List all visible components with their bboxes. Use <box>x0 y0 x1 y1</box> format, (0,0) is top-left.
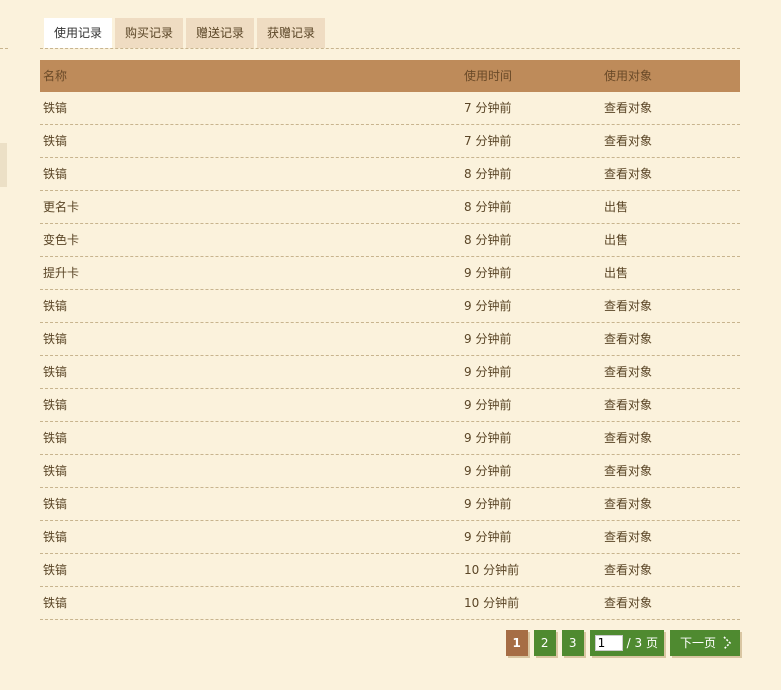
item-name: 变色卡 <box>43 233 80 247</box>
use-time: 7 分钟前 <box>464 101 512 115</box>
records-table: 名称 使用时间 使用对象 铁镐 7 分钟前 查看对象 铁镐 7 分钟前 查看对象 铁镐 8 分… <box>40 60 740 620</box>
use-time: 9 分钟前 <box>464 332 512 346</box>
row-action-link[interactable]: 查看对象 <box>604 389 740 421</box>
table-row: 铁镐 8 分钟前 查看对象 <box>40 158 740 191</box>
use-time: 9 分钟前 <box>464 431 512 445</box>
table-row: 铁镐 9 分钟前 查看对象 <box>40 488 740 521</box>
tab-2[interactable]: 购买记录 <box>115 18 184 48</box>
row-action-link[interactable]: 出售 <box>604 257 740 289</box>
table-row: 变色卡 8 分钟前 出售 <box>40 224 740 257</box>
item-name: 铁镐 <box>43 530 68 544</box>
item-name: 铁镐 <box>43 101 68 115</box>
use-time: 9 分钟前 <box>464 299 512 313</box>
item-name: 铁镐 <box>43 563 68 577</box>
use-time: 10 分钟前 <box>464 563 520 577</box>
use-time: 9 分钟前 <box>464 398 512 412</box>
row-action-link[interactable]: 查看对象 <box>604 455 740 487</box>
table-header: 名称 使用时间 使用对象 <box>40 60 740 92</box>
row-action-link[interactable]: 查看对象 <box>604 422 740 454</box>
item-name: 更名卡 <box>43 200 80 214</box>
page-total-label: / 3 页 <box>626 636 658 650</box>
column-header-target: 使用对象 <box>604 69 653 83</box>
use-time: 9 分钟前 <box>464 530 512 544</box>
use-time: 9 分钟前 <box>464 266 512 280</box>
column-header-time: 使用时间 <box>464 69 513 83</box>
left-panel-divider <box>0 48 8 49</box>
table-row: 铁镐 10 分钟前 查看对象 <box>40 587 740 620</box>
row-action-link[interactable]: 查看对象 <box>604 356 740 388</box>
row-action-link[interactable]: 查看对象 <box>604 554 740 586</box>
page-jump: / 3 页 <box>589 630 664 656</box>
row-action-link[interactable]: 查看对象 <box>604 290 740 322</box>
next-page-label: 下一页 <box>679 636 716 650</box>
table-row: 铁镐 9 分钟前 查看对象 <box>40 521 740 554</box>
item-name: 铁镐 <box>43 134 68 148</box>
table-row: 铁镐 9 分钟前 查看对象 <box>40 389 740 422</box>
item-name: 铁镐 <box>43 398 68 412</box>
use-time: 9 分钟前 <box>464 497 512 511</box>
page-3-button[interactable]: 3 <box>561 630 584 656</box>
item-name: 铁镐 <box>43 299 68 313</box>
item-name: 铁镐 <box>43 167 68 181</box>
item-name: 铁镐 <box>43 464 68 478</box>
table-body: 铁镐 7 分钟前 查看对象 铁镐 7 分钟前 查看对象 铁镐 8 分钟前 查看对象 更名卡 8 分钟… <box>40 92 740 620</box>
item-name: 铁镐 <box>43 431 68 445</box>
item-name: 铁镐 <box>43 365 68 379</box>
use-time: 9 分钟前 <box>464 464 512 478</box>
use-time: 8 分钟前 <box>464 167 512 181</box>
table-row: 铁镐 9 分钟前 查看对象 <box>40 455 740 488</box>
use-time: 9 分钟前 <box>464 365 512 379</box>
row-action-link[interactable]: 出售 <box>604 191 740 223</box>
row-action-link[interactable]: 查看对象 <box>604 587 740 619</box>
page-jump-input[interactable] <box>594 635 623 651</box>
page-1-button[interactable]: 1 <box>505 630 528 656</box>
item-name: 提升卡 <box>43 266 80 280</box>
item-name: 铁镐 <box>43 596 68 610</box>
use-time: 8 分钟前 <box>464 233 512 247</box>
table-row: 铁镐 9 分钟前 查看对象 <box>40 290 740 323</box>
record-tabs: 使用记录 购买记录 赠送记录 获赠记录 <box>40 18 740 49</box>
row-action-link[interactable]: 查看对象 <box>604 323 740 355</box>
row-action-link[interactable]: 出售 <box>604 224 740 256</box>
table-row: 提升卡 9 分钟前 出售 <box>40 257 740 290</box>
use-time: 10 分钟前 <box>464 596 520 610</box>
table-row: 铁镐 7 分钟前 查看对象 <box>40 92 740 125</box>
row-action-link[interactable]: 查看对象 <box>604 125 740 157</box>
table-row: 铁镐 9 分钟前 查看对象 <box>40 356 740 389</box>
table-row: 更名卡 8 分钟前 出售 <box>40 191 740 224</box>
use-time: 8 分钟前 <box>464 200 512 214</box>
tab-3[interactable]: 赠送记录 <box>186 18 255 48</box>
item-name: 铁镐 <box>43 332 68 346</box>
records-panel: 使用记录 购买记录 赠送记录 获赠记录 名称 使用时间 使用对象 铁镐 7 分钟前 查看对… <box>40 18 740 620</box>
use-time: 7 分钟前 <box>464 134 512 148</box>
page-2-button[interactable]: 2 <box>533 630 556 656</box>
page-number-list: 123 <box>500 630 584 656</box>
next-page-button[interactable]: 下一页 <box>669 630 740 656</box>
table-row: 铁镐 10 分钟前 查看对象 <box>40 554 740 587</box>
row-action-link[interactable]: 查看对象 <box>604 158 740 190</box>
item-name: 铁镐 <box>43 497 68 511</box>
row-action-link[interactable]: 查看对象 <box>604 92 740 124</box>
table-row: 铁镐 9 分钟前 查看对象 <box>40 422 740 455</box>
table-row: 铁镐 9 分钟前 查看对象 <box>40 323 740 356</box>
column-header-name: 名称 <box>43 69 68 83</box>
tab-1[interactable]: 使用记录 <box>44 18 113 48</box>
chevron-right-icon <box>723 636 732 650</box>
table-row: 铁镐 7 分钟前 查看对象 <box>40 125 740 158</box>
pagination: 123 / 3 页 下一页 <box>500 630 740 656</box>
left-panel-edge <box>0 143 7 187</box>
row-action-link[interactable]: 查看对象 <box>604 488 740 520</box>
row-action-link[interactable]: 查看对象 <box>604 521 740 553</box>
tab-4[interactable]: 获赠记录 <box>257 18 326 48</box>
